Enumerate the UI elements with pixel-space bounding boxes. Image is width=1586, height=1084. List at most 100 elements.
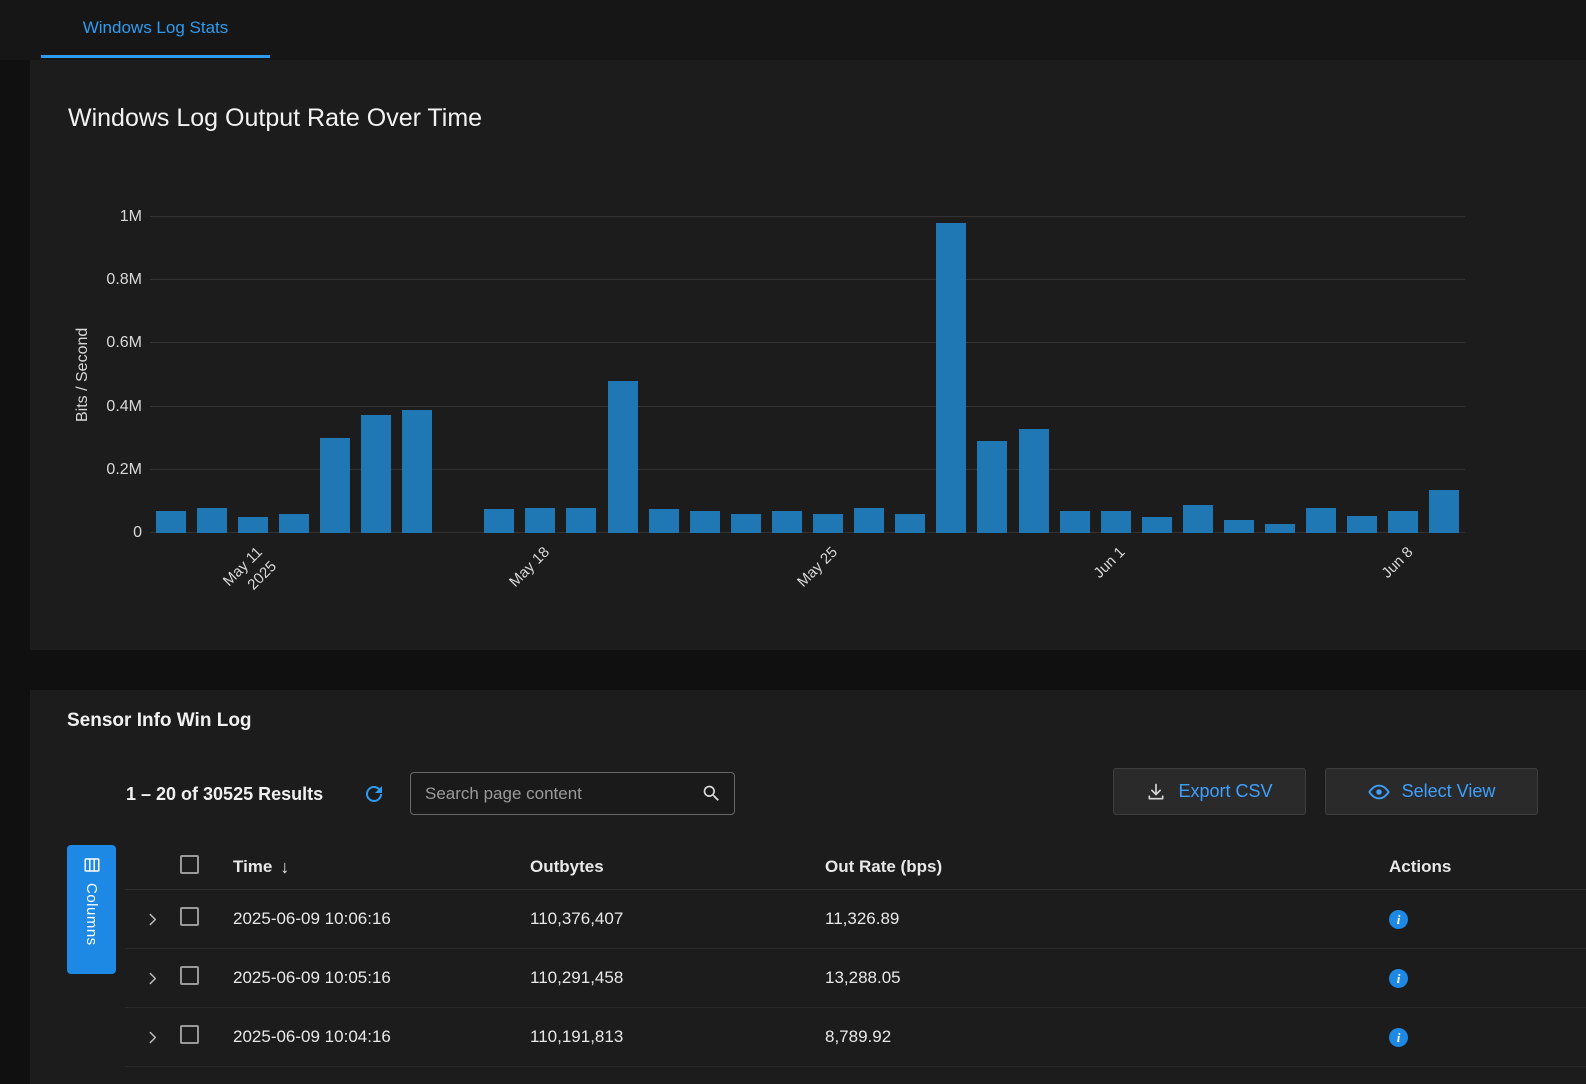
- info-icon[interactable]: i: [1389, 910, 1408, 929]
- chart-bar: [1142, 517, 1172, 533]
- refresh-button[interactable]: [358, 778, 390, 810]
- x-tick-label: Jun 8: [1377, 543, 1417, 583]
- column-header-out-rate[interactable]: Out Rate (bps): [825, 857, 1385, 877]
- y-tick-label: 0.6M: [106, 334, 142, 352]
- info-icon[interactable]: i: [1389, 969, 1408, 988]
- column-header-outbytes[interactable]: Outbytes: [530, 857, 825, 877]
- columns-grid-icon: [83, 856, 101, 874]
- download-icon: [1146, 782, 1166, 802]
- bar-slot: [766, 217, 807, 533]
- chart-bar: [1101, 511, 1131, 533]
- chart-bar: [772, 511, 802, 533]
- chart-bar: [608, 381, 638, 533]
- select-view-button[interactable]: Select View: [1325, 768, 1538, 815]
- chart-bar: [1060, 511, 1090, 533]
- columns-button[interactable]: Columns: [67, 845, 116, 974]
- bar-slot: [232, 217, 273, 533]
- x-tick-label: Jun 1: [1090, 543, 1130, 583]
- bar-slot: [273, 217, 314, 533]
- column-header-time[interactable]: Time ↓: [225, 857, 530, 878]
- chart-bar: [1224, 520, 1254, 533]
- bar-slot: [931, 217, 972, 533]
- search-input[interactable]: [411, 784, 701, 804]
- out-rate-cell: 13,288.05: [825, 968, 1385, 988]
- bar-slot: [191, 217, 232, 533]
- chart-bar: [361, 415, 391, 534]
- section-title: Sensor Info Win Log: [67, 710, 252, 732]
- results-table: Time ↓ Outbytes Out Rate (bps) Actions 2…: [125, 845, 1586, 1067]
- bar-slot: [808, 217, 849, 533]
- chart-bar: [1265, 524, 1295, 533]
- out-rate-cell: 8,789.92: [825, 1027, 1385, 1047]
- x-tick-label: May 18: [506, 543, 555, 592]
- chart-bar: [1183, 505, 1213, 533]
- plot-area: [150, 217, 1465, 533]
- table-body: 2025-06-09 10:06:16110,376,40711,326.89i…: [125, 890, 1586, 1067]
- chart-bar: [525, 508, 555, 533]
- page: Windows Log Stats Windows Log Output Rat…: [0, 0, 1586, 1084]
- export-csv-button[interactable]: Export CSV: [1113, 768, 1306, 815]
- chart-bar: [320, 438, 350, 533]
- chart-bar: [156, 511, 186, 533]
- out-rate-cell: 11,326.89: [825, 909, 1385, 929]
- chart-bar: [854, 508, 884, 533]
- outbytes-cell: 110,291,458: [530, 968, 825, 988]
- row-checkbox[interactable]: [180, 1025, 199, 1044]
- sort-descending-icon: ↓: [280, 857, 289, 878]
- x-tick-label: May 11 2025: [219, 543, 282, 606]
- chart-bar: [690, 511, 720, 533]
- x-tick-label: May 25: [793, 543, 842, 592]
- y-tick-label: 0.8M: [106, 271, 142, 289]
- bar-slot: [849, 217, 890, 533]
- table-panel: Sensor Info Win Log 1 – 20 of 30525 Resu…: [30, 690, 1586, 1084]
- y-axis: 00.2M0.4M0.6M0.8M1M: [30, 217, 142, 533]
- x-axis: May 11 2025 May 18 May 25 Jun 1 Jun 8: [150, 533, 1465, 648]
- bar-slot: [890, 217, 931, 533]
- outbytes-cell: 110,191,813: [530, 1027, 825, 1047]
- bar-slot: [520, 217, 561, 533]
- chart-bar: [1429, 490, 1459, 533]
- bar-slot: [643, 217, 684, 533]
- time-cell: 2025-06-09 10:04:16: [225, 1027, 530, 1047]
- bar-slot: [397, 217, 438, 533]
- bar-slot: [479, 217, 520, 533]
- bars-container: [150, 217, 1465, 533]
- bar-slot: [1260, 217, 1301, 533]
- export-csv-label: Export CSV: [1178, 781, 1272, 802]
- chart-bar: [649, 509, 679, 533]
- bar-slot: [150, 217, 191, 533]
- bar-slot: [725, 217, 766, 533]
- y-tick-label: 0.4M: [106, 398, 142, 416]
- expand-row-chevron-icon[interactable]: [144, 911, 161, 928]
- tab-windows-log-stats[interactable]: Windows Log Stats: [41, 0, 270, 58]
- bar-slot: [1177, 217, 1218, 533]
- expand-row-chevron-icon[interactable]: [144, 970, 161, 987]
- table-header-row: Time ↓ Outbytes Out Rate (bps) Actions: [125, 845, 1586, 890]
- bar-slot: [1136, 217, 1177, 533]
- row-checkbox[interactable]: [180, 966, 199, 985]
- bar-slot: [438, 217, 479, 533]
- expand-row-chevron-icon[interactable]: [144, 1029, 161, 1046]
- columns-button-label: Columns: [83, 883, 100, 946]
- chart-bar: [484, 509, 514, 533]
- info-icon[interactable]: i: [1389, 1028, 1408, 1047]
- chart-bar: [279, 514, 309, 533]
- chart-bar: [197, 508, 227, 533]
- table-row: 2025-06-09 10:06:16110,376,40711,326.89i: [125, 890, 1586, 949]
- bar-slot: [684, 217, 725, 533]
- time-cell: 2025-06-09 10:06:16: [225, 909, 530, 929]
- select-view-label: Select View: [1402, 781, 1496, 802]
- select-all-checkbox[interactable]: [180, 855, 199, 874]
- chart-bar: [895, 514, 925, 533]
- chart-panel: Windows Log Output Rate Over Time Bits /…: [30, 60, 1586, 650]
- chart-bar: [1306, 508, 1336, 533]
- time-header-label: Time: [233, 857, 272, 877]
- chart-bar: [1019, 429, 1049, 533]
- chart-bar: [813, 514, 843, 533]
- column-header-actions: Actions: [1385, 857, 1586, 877]
- bar-slot: [1342, 217, 1383, 533]
- chart-bar: [936, 223, 966, 533]
- time-cell: 2025-06-09 10:05:16: [225, 968, 530, 988]
- chart-bar: [977, 441, 1007, 533]
- row-checkbox[interactable]: [180, 907, 199, 926]
